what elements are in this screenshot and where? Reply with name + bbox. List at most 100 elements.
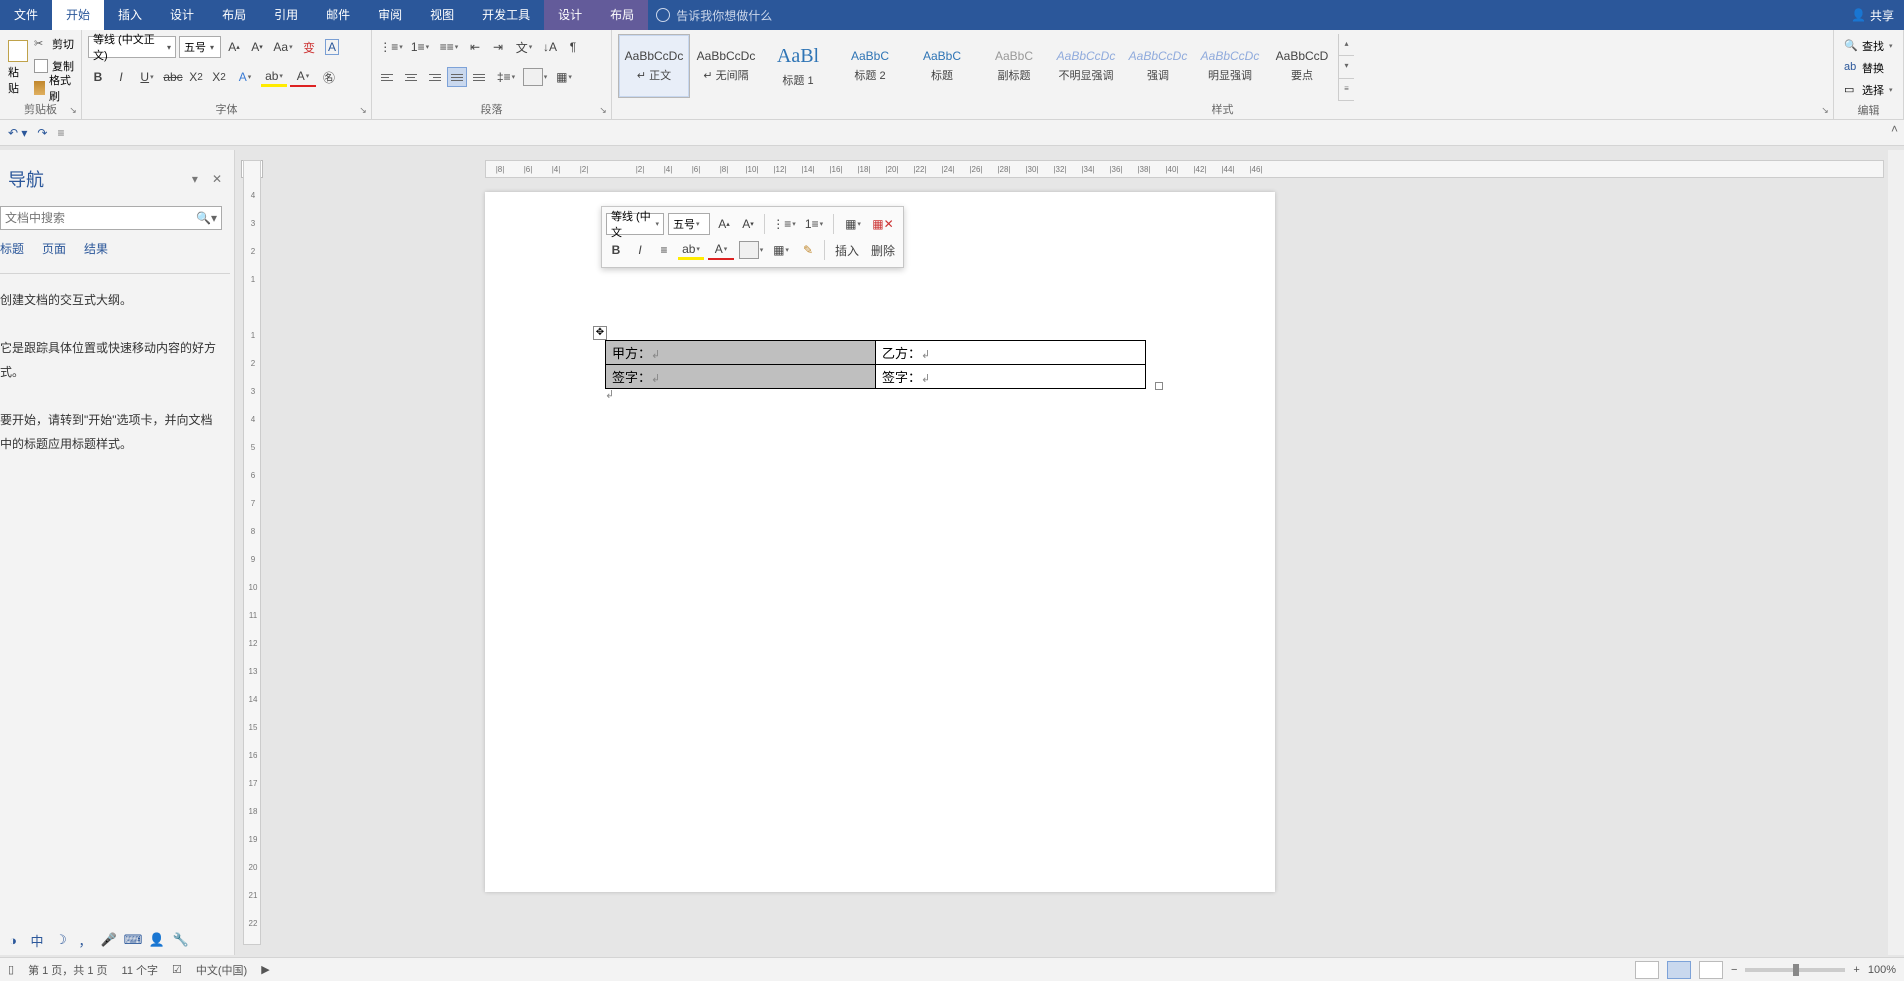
nav-search-box[interactable]: 🔍▾ (0, 206, 222, 230)
subscript-button[interactable]: X2 (186, 67, 206, 87)
style-item-5[interactable]: AaBbC副标题 (978, 34, 1050, 98)
table-cell[interactable]: 签字：↲ (876, 365, 1146, 389)
style-item-7[interactable]: AaBbCcDc强调 (1122, 34, 1194, 98)
style-item-4[interactable]: AaBbC标题 (906, 34, 978, 98)
style-item-6[interactable]: AaBbCcDc不明显强调 (1050, 34, 1122, 98)
view-web-layout[interactable] (1699, 961, 1723, 979)
font-size-combo[interactable]: 五号▾ (179, 36, 221, 58)
nav-tab-pages[interactable]: 页面 (42, 240, 66, 263)
status-page[interactable]: 第 1 页，共 1 页 (28, 962, 107, 978)
align-left-button[interactable] (378, 67, 398, 87)
style-item-0[interactable]: AaBbCcDc↵ 正文 (618, 34, 690, 98)
mini-font-combo[interactable]: 等线 (中文▾ (606, 213, 664, 235)
mini-delete-button[interactable]: 删除 (867, 240, 899, 260)
tell-me-search[interactable]: 告诉我你想做什么 (656, 7, 772, 24)
table-resize-handle[interactable] (1155, 382, 1163, 390)
tab-home[interactable]: 开始 (52, 0, 104, 30)
font-color-button[interactable]: A▾ (290, 67, 316, 87)
select-button[interactable]: ▭选择▾ (1844, 80, 1893, 100)
mini-shading[interactable]: ▾ (738, 240, 764, 260)
table-cell[interactable]: 甲方：↲ (606, 341, 876, 365)
status-macro-icon[interactable]: ▶ (261, 963, 269, 976)
undo-button[interactable]: ↶ ▾ (8, 126, 27, 140)
tab-mailings[interactable]: 邮件 (312, 0, 364, 30)
mini-bullets[interactable]: ⋮≡▾ (771, 214, 797, 234)
style-item-3[interactable]: AaBbC标题 2 (834, 34, 906, 98)
zoom-out-button[interactable]: − (1731, 964, 1737, 976)
tool-person-icon[interactable]: 👤 (148, 931, 166, 949)
mini-numbering[interactable]: 1≡▾ (801, 214, 827, 234)
mini-insert-button[interactable]: 插入 (831, 240, 863, 260)
document-table[interactable]: 甲方：↲ 乙方：↲ 签字：↲ 签字：↲ (605, 340, 1146, 389)
status-language[interactable]: 中文(中国) (196, 962, 247, 978)
multilevel-list-button[interactable]: ≡≡▾ (436, 37, 462, 57)
numbering-button[interactable]: 1≡▾ (407, 37, 433, 57)
table-row[interactable]: 甲方：↲ 乙方：↲ (606, 341, 1146, 365)
increase-indent-button[interactable]: ⇥ (488, 37, 508, 57)
clipboard-launcher[interactable]: ↘ (67, 105, 79, 117)
italic-button[interactable]: I (111, 67, 131, 87)
status-words[interactable]: 11 个字 (122, 962, 158, 978)
tool-comma-icon[interactable]: ， (76, 931, 94, 949)
search-icon[interactable]: 🔍▾ (196, 211, 217, 225)
mini-font-color[interactable]: A▾ (708, 240, 734, 260)
phonetic-guide-button[interactable]: 变 (299, 37, 319, 57)
underline-button[interactable]: U▾ (134, 67, 160, 87)
paste-button[interactable]: 粘贴 (6, 34, 30, 101)
enclose-char-button[interactable]: ㊔ (319, 67, 339, 87)
tool-cn-icon[interactable]: 中 (28, 931, 46, 949)
tool-circle-icon[interactable]: ◑ (4, 931, 22, 949)
style-item-1[interactable]: AaBbCcDc↵ 无间隔 (690, 34, 762, 98)
replace-button[interactable]: ab替换 (1844, 58, 1893, 78)
tab-layout[interactable]: 布局 (208, 0, 260, 30)
mini-italic[interactable]: I (630, 240, 650, 260)
cut-button[interactable]: ✂剪切 (34, 34, 75, 54)
nav-tab-headings[interactable]: 标题 (0, 240, 24, 263)
mini-highlight[interactable]: ab▾ (678, 240, 704, 260)
asian-layout-button[interactable]: 文▾ (511, 37, 537, 57)
collapse-ribbon-button[interactable]: ˄ (1891, 122, 1898, 136)
table-cell[interactable]: 签字：↲ (606, 365, 876, 389)
qat-customize[interactable]: ≡ (57, 126, 64, 140)
tool-keyboard-icon[interactable]: ⌨ (124, 931, 142, 949)
align-center-button[interactable] (401, 67, 421, 87)
shrink-font-button[interactable]: A▾ (247, 37, 267, 57)
show-marks-button[interactable]: ¶ (563, 37, 583, 57)
nav-search-input[interactable] (5, 211, 196, 225)
table-move-handle[interactable]: ✥ (593, 326, 607, 340)
redo-button[interactable]: ↷ (37, 126, 47, 140)
mini-shrink-font[interactable]: A▾ (738, 214, 758, 234)
tool-mic-icon[interactable]: 🎤 (100, 931, 118, 949)
zoom-level[interactable]: 100% (1868, 964, 1896, 976)
align-distribute-button[interactable] (470, 67, 490, 87)
share-button[interactable]: 👤 共享 (1851, 7, 1894, 24)
vertical-ruler[interactable]: 432112345678910111213141516171819202122 (243, 160, 261, 945)
styles-gallery-scroll[interactable]: ▴▾≡ (1338, 34, 1354, 101)
decrease-indent-button[interactable]: ⇤ (465, 37, 485, 57)
highlight-button[interactable]: ab▾ (261, 67, 287, 87)
find-button[interactable]: 🔍查找▾ (1844, 36, 1893, 56)
nav-tab-results[interactable]: 结果 (84, 240, 108, 263)
tab-review[interactable]: 审阅 (364, 0, 416, 30)
status-section-icon[interactable]: ▯ (8, 963, 14, 976)
tool-wrench-icon[interactable]: 🔧 (172, 931, 190, 949)
mini-table-style[interactable]: ▦▾ (840, 214, 866, 234)
styles-gallery[interactable]: AaBbCcDc↵ 正文AaBbCcDc↵ 无间隔AaBl标题 1AaBbC标题… (618, 34, 1338, 101)
nav-dropdown[interactable]: ▾ (192, 172, 198, 186)
style-item-2[interactable]: AaBl标题 1 (762, 34, 834, 98)
view-read-mode[interactable] (1635, 961, 1659, 979)
line-spacing-button[interactable]: ‡≡▾ (493, 67, 519, 87)
format-painter-button[interactable]: 格式刷 (34, 78, 75, 98)
tab-file[interactable]: 文件 (0, 0, 52, 30)
align-right-button[interactable] (424, 67, 444, 87)
zoom-slider[interactable] (1745, 968, 1845, 972)
zoom-in-button[interactable]: + (1853, 964, 1859, 976)
tab-insert[interactable]: 插入 (104, 0, 156, 30)
status-proofing-icon[interactable]: ☑ (172, 963, 182, 976)
align-justify-button[interactable] (447, 67, 467, 87)
vertical-scrollbar[interactable] (1888, 150, 1904, 955)
grow-font-button[interactable]: A▴ (224, 37, 244, 57)
text-effects-button[interactable]: A▾ (232, 67, 258, 87)
borders-button[interactable]: ▦▾ (551, 67, 577, 87)
tab-developer[interactable]: 开发工具 (468, 0, 544, 30)
